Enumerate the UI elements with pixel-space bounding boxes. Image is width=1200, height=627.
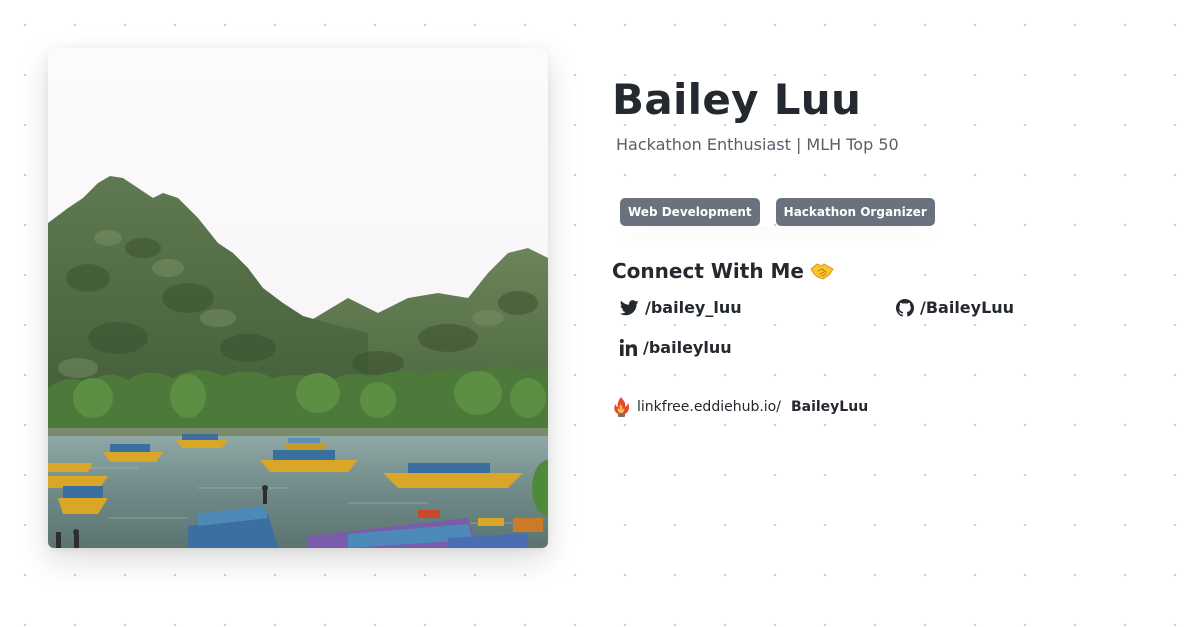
tag-list: Web Development Hackathon Organizer bbox=[612, 198, 943, 226]
linkfree-username: BaileyLuu bbox=[790, 399, 869, 415]
landscape-photo bbox=[48, 48, 548, 548]
tag-web-development[interactable]: Web Development bbox=[620, 198, 760, 226]
linkedin-handle: /baileyluu bbox=[643, 338, 732, 357]
twitter-icon bbox=[620, 299, 639, 315]
profile-info: Bailey Luu Hackathon Enthusiast | MLH To… bbox=[612, 74, 1172, 417]
twitter-handle: /bailey_luu bbox=[645, 298, 742, 317]
linkedin-link[interactable]: /baileyluu bbox=[620, 338, 732, 357]
handshake-icon bbox=[810, 263, 834, 280]
linkfree-link[interactable]: linkfree.eddiehub.io/ BaileyLuu bbox=[612, 396, 868, 418]
linkedin-icon bbox=[620, 339, 637, 356]
profile-photo bbox=[48, 48, 548, 548]
profile-name: Bailey Luu bbox=[612, 75, 862, 124]
connect-heading: Connect With Me bbox=[612, 258, 834, 284]
linkfree-base-url: linkfree.eddiehub.io/ bbox=[637, 399, 781, 415]
linkfree-logo-icon bbox=[614, 397, 629, 417]
connect-heading-text: Connect With Me bbox=[612, 259, 804, 283]
profile-tagline: Hackathon Enthusiast | MLH Top 50 bbox=[616, 135, 899, 154]
tag-hackathon-organizer[interactable]: Hackathon Organizer bbox=[775, 198, 935, 226]
github-icon bbox=[896, 298, 914, 317]
github-handle: /BaileyLuu bbox=[920, 298, 1015, 317]
twitter-link[interactable]: /bailey_luu bbox=[620, 298, 742, 317]
github-link[interactable]: /BaileyLuu bbox=[896, 298, 1014, 317]
